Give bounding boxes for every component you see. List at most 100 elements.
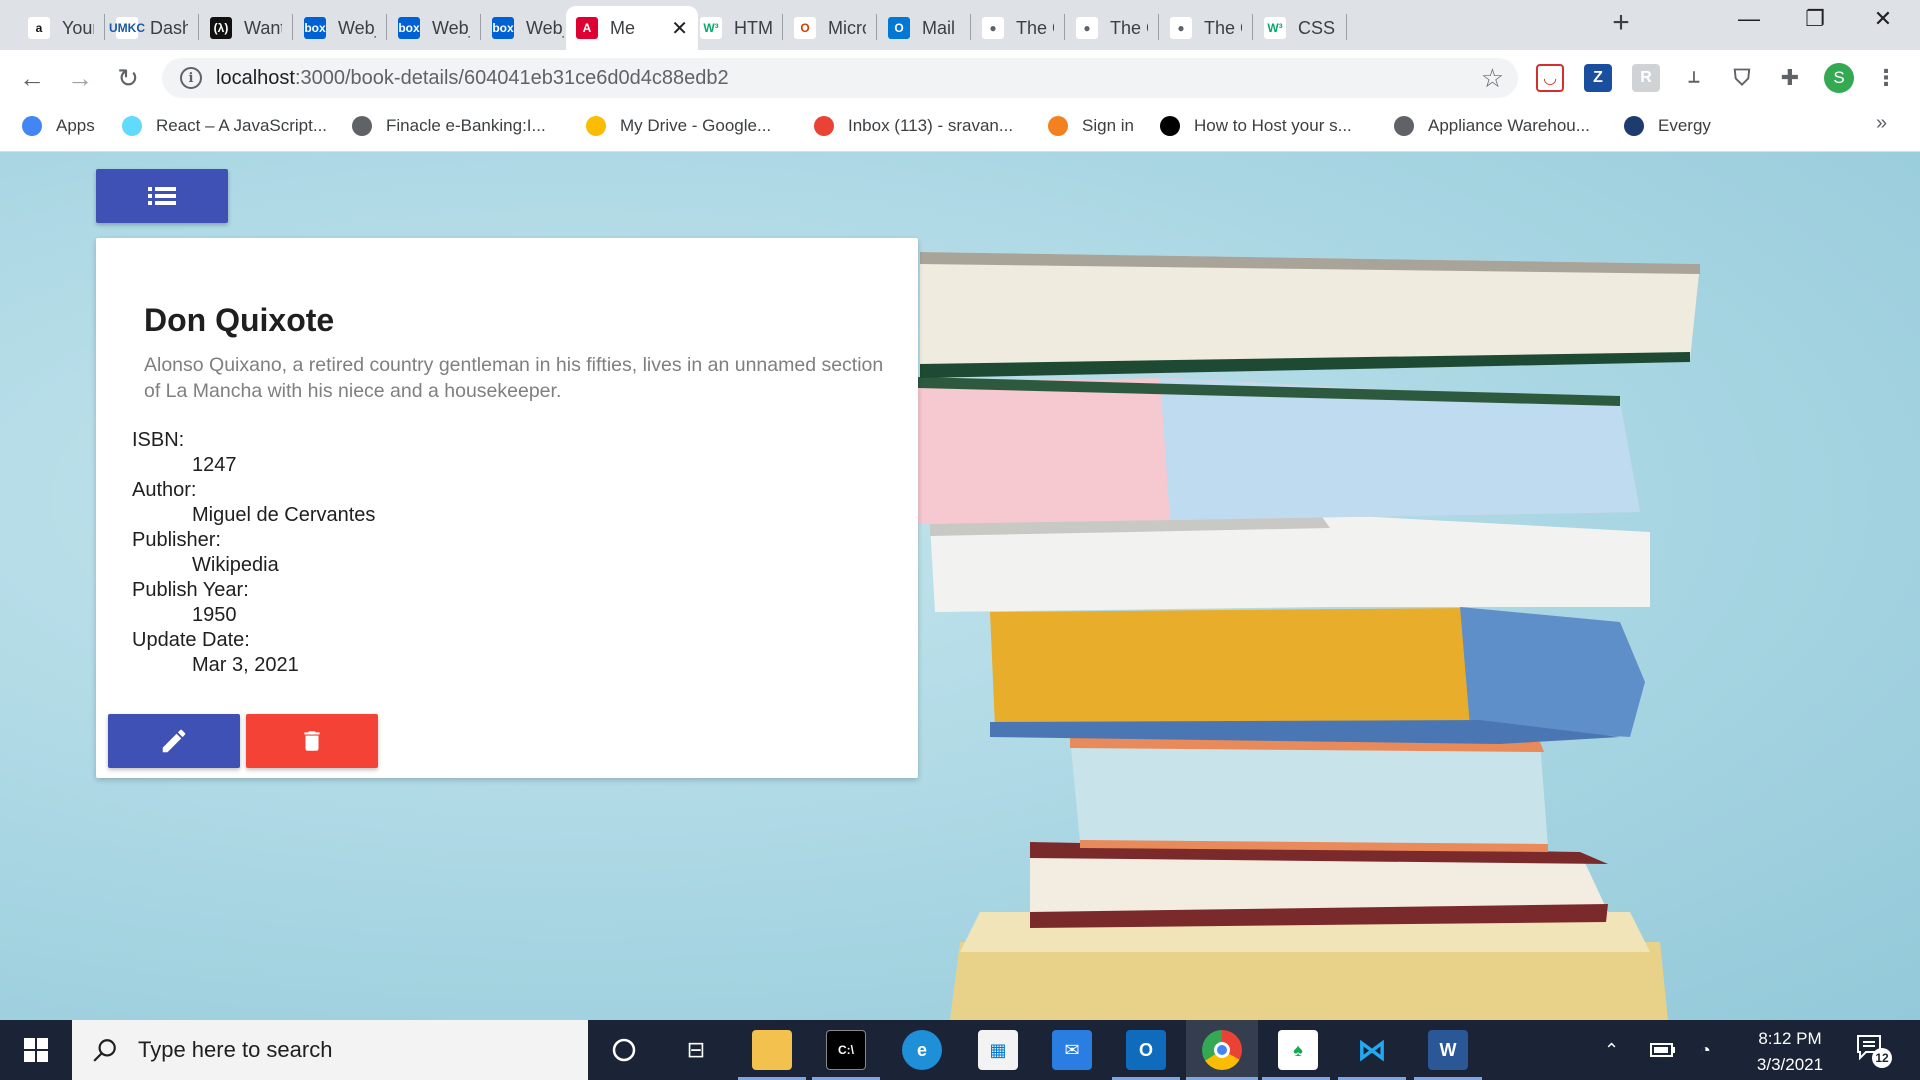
forward-icon[interactable]: →	[64, 62, 96, 94]
dev-icon	[1160, 116, 1180, 136]
system-clock[interactable]: 8:12 PM 3/3/2021	[1740, 1026, 1840, 1078]
bookmark-item[interactable]: Inbox (113) - sravan...	[814, 116, 1013, 136]
browser-tab[interactable]: O Micros	[784, 6, 876, 50]
tab-title: Mail -	[922, 17, 960, 38]
browser-tab[interactable]: ● The Gr	[972, 6, 1064, 50]
browser-menu-icon[interactable]: ⋮	[1872, 64, 1900, 92]
tab-title: The Gr	[1204, 17, 1242, 38]
tab-separator	[970, 14, 971, 40]
mongodb-compass-icon[interactable]: ♠	[1278, 1030, 1318, 1070]
browser-tab[interactable]: W³ CSS b	[1254, 6, 1346, 50]
store-icon[interactable]: ▦	[978, 1030, 1018, 1070]
battery-icon[interactable]	[1650, 1020, 1676, 1080]
action-center-button[interactable]: 12	[1856, 1034, 1892, 1068]
task-view-icon[interactable]: ⊟	[676, 1030, 716, 1070]
browser-tab[interactable]: a Your O	[18, 6, 104, 50]
restore-button[interactable]: ❐	[1792, 6, 1838, 32]
browser-tab[interactable]: box Web_L	[388, 6, 480, 50]
globe-icon	[352, 116, 372, 136]
clock-time: 8:12 PM	[1758, 1029, 1822, 1048]
tab-title: The Gr	[1110, 17, 1148, 38]
new-tab-button[interactable]: +	[1604, 6, 1638, 40]
tab-title: Want t	[244, 17, 282, 38]
browser-tab[interactable]: box Web_L	[482, 6, 574, 50]
tab-separator	[198, 14, 199, 40]
browser-tab[interactable]: box Web_L	[294, 6, 386, 50]
reload-icon[interactable]: ↻	[112, 62, 144, 94]
back-icon[interactable]: ←	[16, 62, 48, 94]
box-icon: box	[398, 17, 420, 39]
extensions-puzzle-icon[interactable]: ✚	[1776, 64, 1804, 92]
gmail-icon	[814, 116, 834, 136]
bookmark-label: Appliance Warehou...	[1428, 116, 1590, 135]
react-icon	[122, 116, 142, 136]
bookmark-item[interactable]: How to Host your s...	[1160, 116, 1352, 136]
bookmark-label: Evergy	[1658, 116, 1711, 135]
office-icon: O	[794, 17, 816, 39]
bookmarks-overflow-button[interactable]: »	[1876, 112, 1887, 135]
bookmark-item[interactable]: Apps	[22, 116, 95, 136]
edge-icon[interactable]: e	[902, 1030, 942, 1070]
box-icon: box	[304, 17, 326, 39]
bookmark-label: My Drive - Google...	[620, 116, 772, 135]
book-details-list: ISBN: 1247 Author: Miguel de Cervantes P…	[132, 428, 375, 678]
bookmark-item[interactable]: Sign in	[1048, 116, 1134, 136]
start-button[interactable]	[0, 1020, 72, 1080]
file-explorer-icon[interactable]	[752, 1030, 792, 1070]
browser-tab[interactable]: ● The Gr	[1066, 6, 1158, 50]
wifi-icon[interactable]: ◔	[1700, 1020, 1711, 1080]
browser-tab[interactable]: (λ) Want t	[200, 6, 292, 50]
amazon-icon: a	[28, 17, 50, 39]
zotero-extension-icon[interactable]: Z	[1584, 64, 1612, 92]
translate-extension-icon[interactable]: R	[1632, 64, 1660, 92]
browser-tab[interactable]: ● The Gr	[1160, 6, 1252, 50]
author-label: Author:	[132, 479, 197, 501]
address-bar[interactable]: i localhost:3000/book-details/604041eb31…	[162, 58, 1518, 98]
tab-separator	[1346, 14, 1347, 40]
w3schools-icon: W³	[1264, 17, 1286, 39]
browser-tab[interactable]: W³ HTML	[690, 6, 782, 50]
search-placeholder: Type here to search	[138, 1037, 333, 1062]
outlook-icon: O	[888, 17, 910, 39]
book-title: Don Quixote	[144, 302, 335, 338]
bookmark-label: Apps	[56, 116, 95, 135]
bookmark-item[interactable]: Finacle e-Banking:I...	[352, 116, 546, 136]
outlook-icon[interactable]: O	[1126, 1030, 1166, 1070]
book-description: Alonso Quixano, a retired country gentle…	[144, 354, 884, 402]
bookmark-item[interactable]: My Drive - Google...	[586, 116, 771, 136]
close-tab-icon[interactable]: ✕	[671, 16, 688, 41]
vpn-extension-icon[interactable]: ⟂	[1680, 64, 1708, 92]
browser-tab[interactable]: O Mail -	[878, 6, 970, 50]
bookmark-item[interactable]: Evergy	[1624, 116, 1711, 136]
cortana-icon[interactable]	[604, 1030, 644, 1070]
taskbar-search-box[interactable]: Type here to search	[72, 1020, 588, 1080]
bookmark-item[interactable]: Appliance Warehou...	[1394, 116, 1590, 136]
tab-separator	[292, 14, 293, 40]
site-info-icon[interactable]: i	[180, 67, 202, 89]
pencil-icon	[162, 729, 186, 753]
shield-extension-icon[interactable]: ⛉	[1728, 64, 1756, 92]
bookmark-label: React – A JavaScript...	[156, 116, 328, 135]
minimize-button[interactable]: —	[1726, 6, 1772, 32]
browser-tab[interactable]: A Me ✕	[566, 6, 698, 50]
vscode-icon[interactable]: ⋈	[1352, 1030, 1392, 1070]
edit-button[interactable]	[108, 714, 240, 768]
terminal-icon[interactable]: C:\	[826, 1030, 866, 1070]
angular-icon: A	[576, 17, 598, 39]
browser-tab[interactable]: UMKCDashb	[106, 6, 198, 50]
bookmark-star-icon[interactable]: ☆	[1481, 63, 1504, 94]
profile-avatar[interactable]: S	[1824, 63, 1854, 93]
url-text[interactable]: localhost:3000/book-details/604041eb31ce…	[216, 67, 729, 90]
bookmark-item[interactable]: React – A JavaScript...	[122, 116, 327, 136]
pocket-extension-icon[interactable]: ◡	[1536, 64, 1564, 92]
globe-icon: ●	[1076, 17, 1098, 39]
word-icon[interactable]: W	[1428, 1030, 1468, 1070]
bookmark-label: Finacle e-Banking:I...	[386, 116, 546, 135]
mail-icon[interactable]: ✉	[1052, 1030, 1092, 1070]
delete-button[interactable]	[246, 714, 378, 768]
chrome-icon[interactable]	[1202, 1030, 1242, 1070]
menu-list-button[interactable]	[96, 169, 228, 223]
close-window-button[interactable]: ✕	[1860, 6, 1906, 32]
apps-grid-icon	[22, 116, 42, 136]
show-hidden-icons-button[interactable]: ⌃	[1604, 1020, 1619, 1080]
